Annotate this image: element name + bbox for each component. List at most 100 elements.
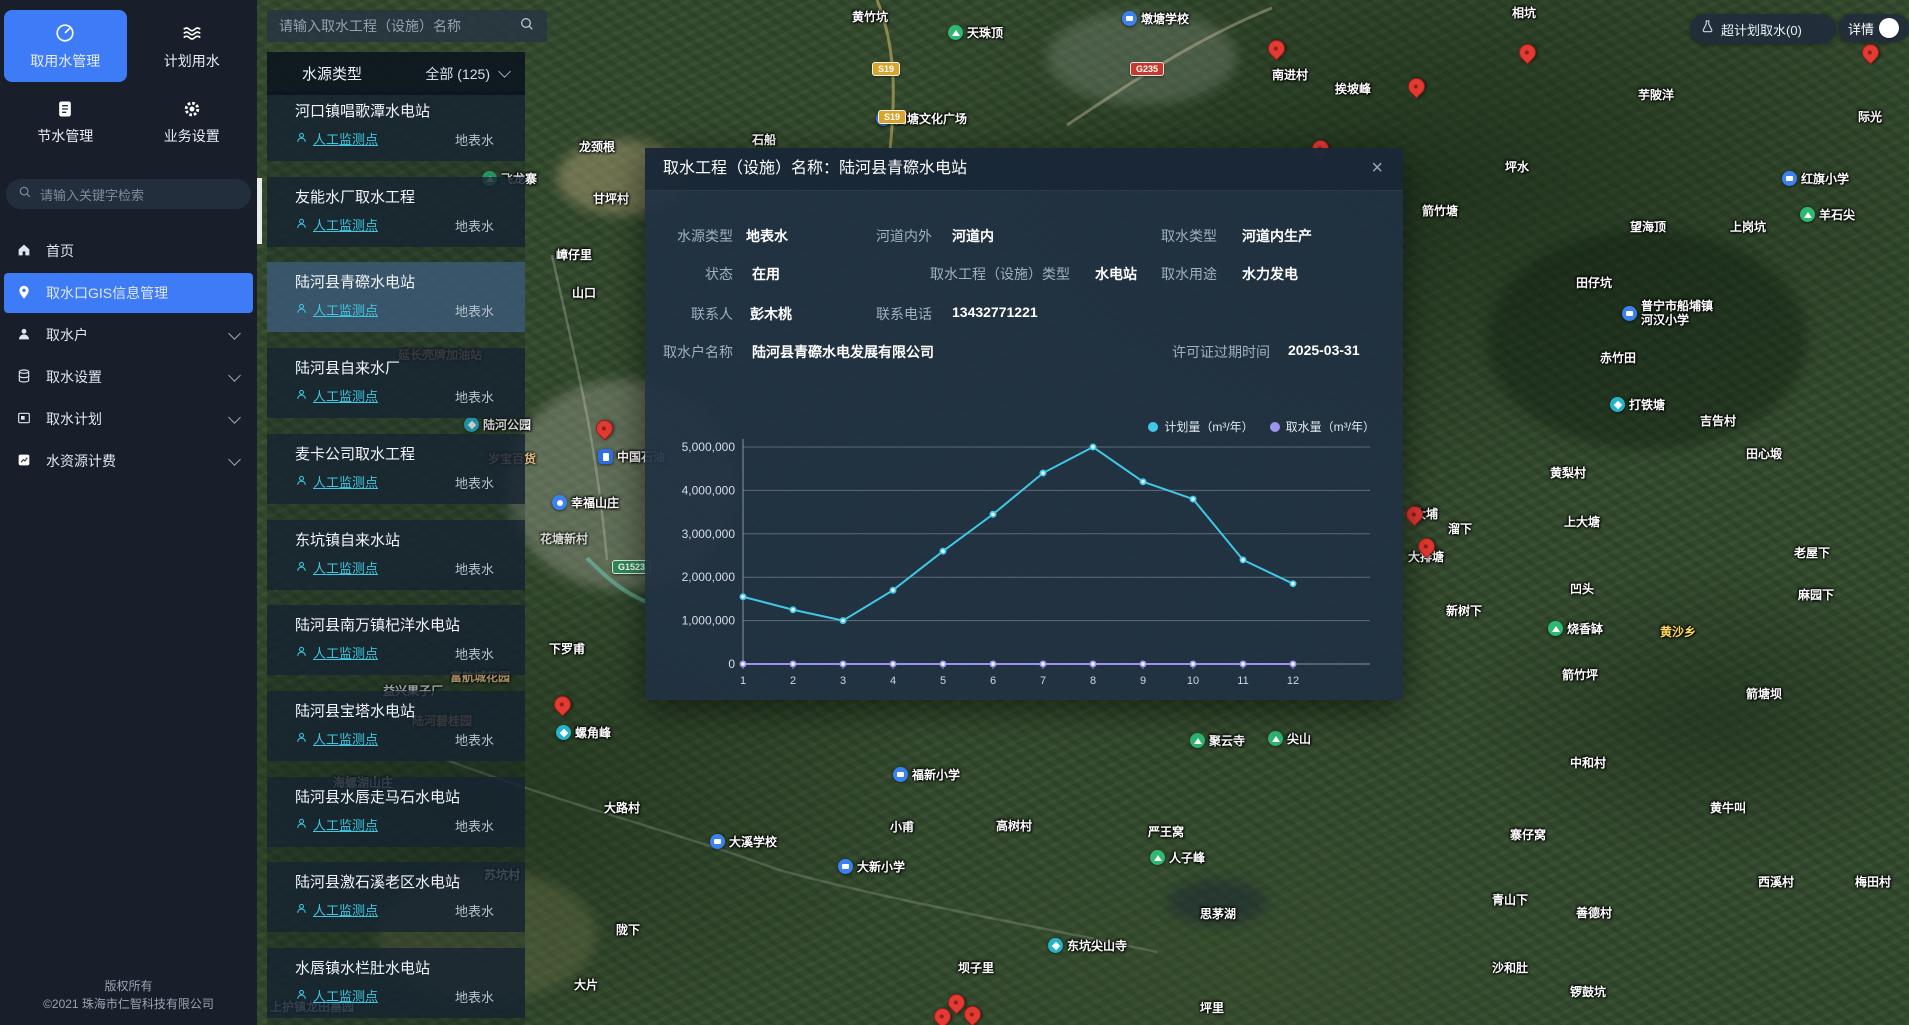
chevron-down-icon[interactable]	[228, 327, 241, 340]
map-place-label: 中和村	[1570, 754, 1606, 771]
monitor-type-link[interactable]: 人工监测点	[295, 300, 378, 319]
over-plan-alert-button[interactable]: 超计划取水(0)	[1690, 14, 1836, 44]
sidebar-item-5[interactable]: 取水计划	[0, 399, 257, 439]
facility-list-item[interactable]: 陆河县自来水厂人工监测点地表水	[267, 348, 525, 418]
facility-list-item[interactable]: 陆河县宝塔水电站人工监测点地表水	[267, 691, 525, 761]
filter-value[interactable]: 全部 (125)	[425, 64, 490, 84]
search-icon[interactable]	[519, 16, 535, 37]
facility-list-item[interactable]: 陆河县青磜水电站人工监测点地表水	[267, 262, 525, 332]
data-point[interactable]	[1090, 661, 1095, 666]
data-point[interactable]	[890, 661, 895, 666]
poi-marker-icon[interactable]	[1610, 397, 1625, 412]
gas-station-icon[interactable]	[598, 449, 613, 464]
data-point[interactable]	[840, 661, 845, 666]
map-place-label: 龙颈根	[579, 138, 615, 155]
chevron-down-icon[interactable]	[498, 65, 511, 78]
data-point[interactable]	[790, 607, 795, 612]
data-point[interactable]	[1240, 557, 1245, 562]
chevron-down-icon[interactable]	[228, 369, 241, 382]
poi-marker-icon[interactable]	[556, 725, 571, 740]
data-point[interactable]	[990, 661, 995, 666]
data-point[interactable]	[1040, 661, 1045, 666]
school-marker-icon[interactable]	[838, 859, 853, 874]
monitor-type-link[interactable]: 人工监测点	[295, 472, 378, 491]
facility-search-input[interactable]: 请输入取水工程（设施）名称	[267, 10, 547, 42]
data-point[interactable]	[1190, 661, 1195, 666]
data-point[interactable]	[890, 588, 895, 593]
facility-list-item[interactable]: 水唇镇水栏肚水电站人工监测点地表水	[267, 948, 525, 1018]
data-point[interactable]	[740, 594, 745, 599]
map-place-label-text: 大新小学	[857, 858, 905, 875]
data-point[interactable]	[1140, 661, 1145, 666]
school-marker-icon[interactable]	[1782, 171, 1797, 186]
monitor-type-link[interactable]: 人工监测点	[295, 643, 378, 662]
chevron-down-icon[interactable]	[228, 411, 241, 424]
water-source-filter[interactable]: 水源类型 全部 (125)	[267, 52, 525, 95]
module-tile-3[interactable]: 节水管理	[4, 86, 127, 158]
peak-marker-icon[interactable]	[1548, 621, 1563, 636]
data-point[interactable]	[840, 618, 845, 623]
data-point[interactable]	[740, 661, 745, 666]
chevron-down-icon[interactable]	[228, 453, 241, 466]
facility-list-item[interactable]: 陆河县南万镇杞洋水电站人工监测点地表水	[267, 605, 525, 675]
water-source-type: 地表水	[455, 473, 494, 492]
peak-marker-icon[interactable]	[1190, 733, 1205, 748]
map-place-label: 东坑尖山寺	[1048, 937, 1127, 954]
facility-list-item[interactable]: 友能水厂取水工程人工监测点地表水	[267, 177, 525, 247]
map-place-label-text: 天珠顶	[967, 24, 1003, 41]
peak-marker-icon[interactable]	[948, 25, 963, 40]
data-point[interactable]	[1240, 661, 1245, 666]
sidebar-item-6[interactable]: 水资源计费	[0, 441, 257, 481]
data-point[interactable]	[790, 661, 795, 666]
monitor-type-link[interactable]: 人工监测点	[295, 815, 378, 834]
school-marker-icon[interactable]	[710, 834, 725, 849]
data-point[interactable]	[990, 512, 995, 517]
facility-list-item[interactable]: 东坑镇自来水站人工监测点地表水	[267, 520, 525, 590]
peak-marker-icon[interactable]	[1800, 207, 1815, 222]
map-place-label-text: 严王窝	[1148, 823, 1184, 840]
data-point[interactable]	[1140, 479, 1145, 484]
data-point[interactable]	[1090, 444, 1095, 449]
data-point[interactable]	[1040, 470, 1045, 475]
monitor-type-link[interactable]: 人工监测点	[295, 129, 378, 148]
sidebar-search-placeholder: 请输入关键字检索	[40, 185, 144, 204]
poi-marker-icon[interactable]	[552, 495, 567, 510]
monitor-type-link[interactable]: 人工监测点	[295, 558, 378, 577]
facility-list-item[interactable]: 河口镇唱歌潭水电站人工监测点地表水	[267, 91, 525, 161]
map-place-label: 际光	[1858, 108, 1882, 125]
sidebar-item-2[interactable]: 取水口GIS信息管理	[4, 273, 253, 313]
data-point[interactable]	[1290, 661, 1295, 666]
monitor-type-link[interactable]: 人工监测点	[295, 386, 378, 405]
close-icon[interactable]: ×	[1371, 156, 1383, 180]
school-marker-icon[interactable]	[1622, 306, 1637, 321]
monitor-type-link[interactable]: 人工监测点	[295, 729, 378, 748]
toggle-knob[interactable]	[1879, 18, 1899, 38]
data-point[interactable]	[1290, 581, 1295, 586]
map-place-label: 田心塅	[1746, 445, 1782, 462]
monitor-type-link[interactable]: 人工监测点	[295, 986, 378, 1005]
peak-marker-icon[interactable]	[1268, 731, 1283, 746]
facility-list-item[interactable]: 陆河县水唇走马石水电站人工监测点地表水	[267, 777, 525, 847]
school-marker-icon[interactable]	[893, 767, 908, 782]
module-tile-2[interactable]: 计划用水	[131, 10, 254, 82]
monitor-type-link[interactable]: 人工监测点	[295, 215, 378, 234]
data-point[interactable]	[940, 661, 945, 666]
map-place-label-text: 箭塘坝	[1746, 685, 1782, 702]
sidebar-search-input[interactable]: 请输入关键字检索	[6, 179, 251, 209]
data-point[interactable]	[1190, 496, 1195, 501]
peak-marker-icon[interactable]	[1150, 850, 1165, 865]
sidebar-item-3[interactable]: 取水户	[0, 315, 257, 355]
module-tile-1[interactable]: 取用水管理	[4, 10, 127, 82]
facility-list-item[interactable]: 陆河县激石溪老区水电站人工监测点地表水	[267, 862, 525, 932]
school-marker-icon[interactable]	[1122, 11, 1137, 26]
x-axis-tick-label: 12	[1287, 675, 1299, 687]
poi-marker-icon[interactable]	[1048, 938, 1063, 953]
person-icon	[295, 474, 308, 490]
facility-list-item[interactable]: 麦卡公司取水工程人工监测点地表水	[267, 434, 525, 504]
module-tile-4[interactable]: 业务设置	[131, 86, 254, 158]
monitor-type-link[interactable]: 人工监测点	[295, 900, 378, 919]
detail-toggle[interactable]: 详情	[1838, 14, 1909, 42]
sidebar-item-4[interactable]: 取水设置	[0, 357, 257, 397]
data-point[interactable]	[940, 549, 945, 554]
sidebar-item-1[interactable]: 首页	[0, 231, 257, 271]
